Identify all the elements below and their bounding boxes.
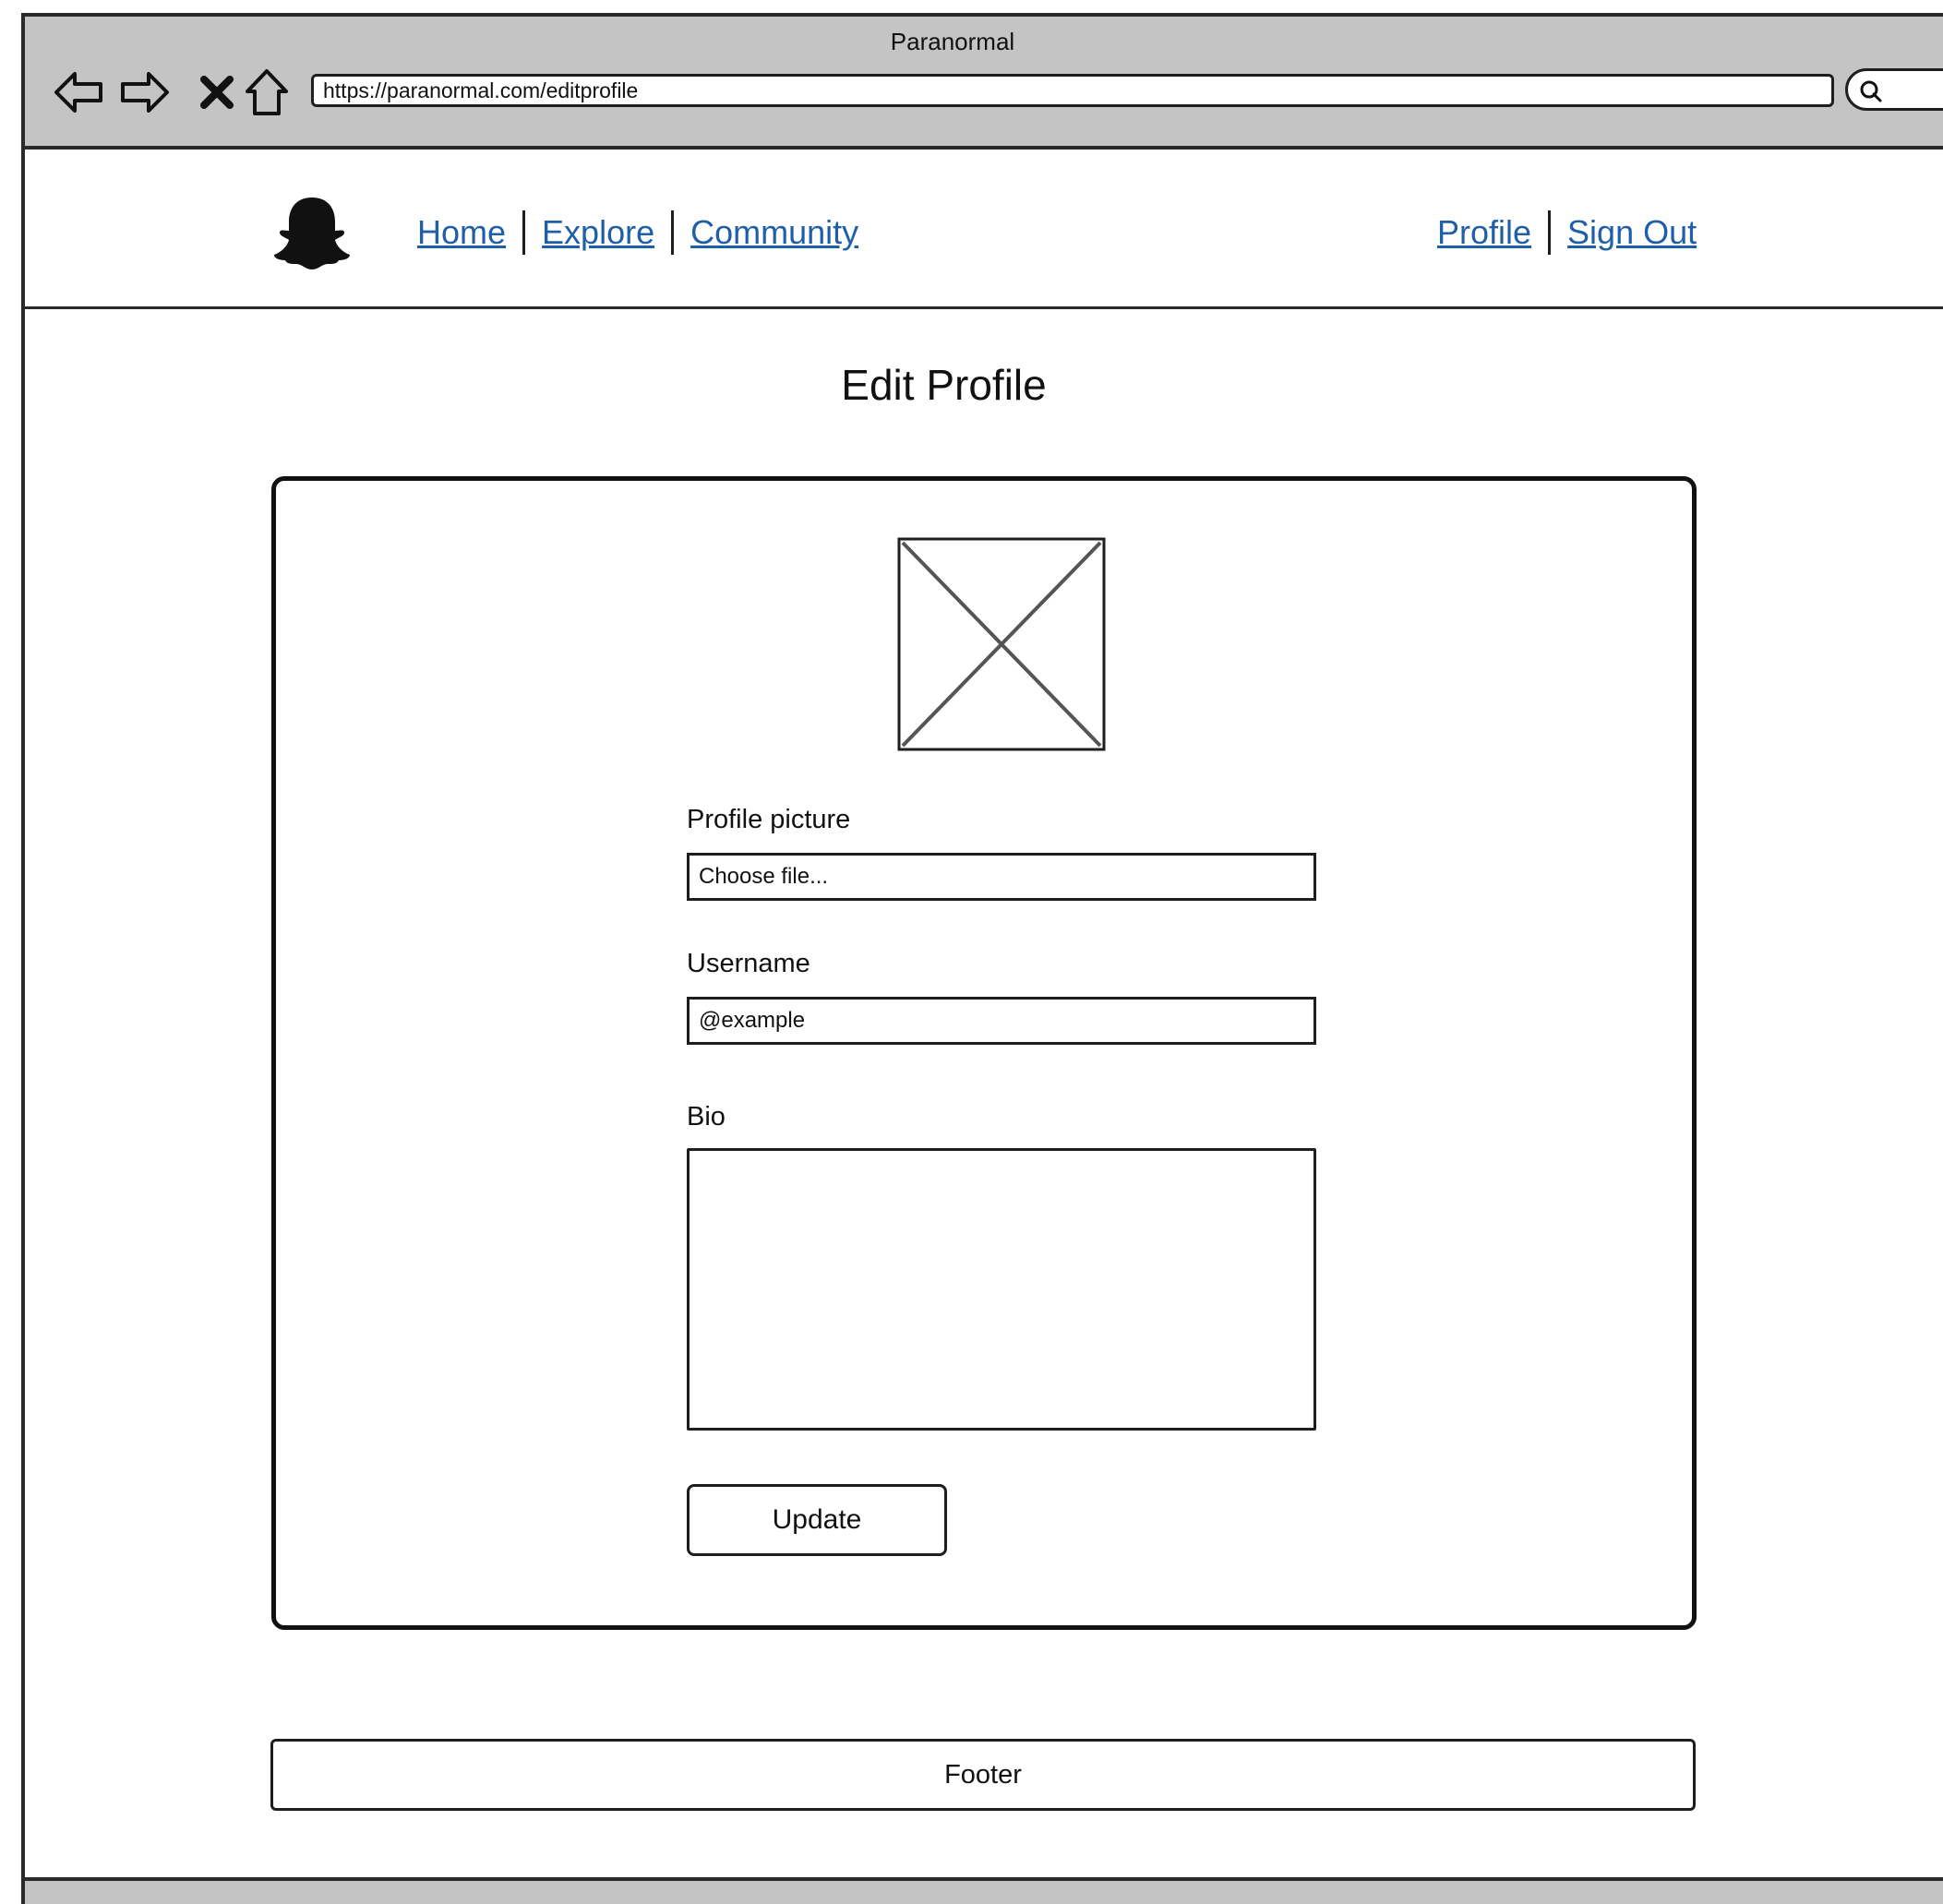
bio-textarea[interactable] bbox=[687, 1148, 1316, 1431]
nav-link-home[interactable]: Home bbox=[417, 213, 506, 252]
url-bar[interactable]: https://paranormal.com/editprofile bbox=[311, 74, 1834, 107]
profile-picture-file-input[interactable]: Choose file... bbox=[687, 853, 1316, 901]
home-icon[interactable] bbox=[239, 65, 294, 120]
nav-divider bbox=[1548, 210, 1552, 255]
forward-arrow-icon[interactable] bbox=[117, 65, 173, 120]
username-field[interactable]: @example bbox=[687, 997, 1316, 1045]
footer: Footer bbox=[270, 1739, 1696, 1811]
nav-link-explore[interactable]: Explore bbox=[542, 213, 654, 252]
page: Paranormal https://paranormal.com/editpr… bbox=[0, 0, 1943, 1904]
page-title: Edit Profile bbox=[841, 361, 1047, 409]
ghost-icon[interactable] bbox=[270, 194, 354, 276]
update-button[interactable]: Update bbox=[687, 1484, 947, 1556]
browser-search-box[interactable] bbox=[1845, 68, 1943, 111]
nav-divider bbox=[671, 210, 675, 255]
account-nav: Profile Sign Out bbox=[1437, 210, 1697, 255]
browser-titlebar: Paranormal https://paranormal.com/editpr… bbox=[25, 17, 1943, 150]
search-icon bbox=[1859, 79, 1883, 108]
site-header: Home Explore Community Profile Sign Out bbox=[25, 150, 1943, 309]
primary-nav: Home Explore Community bbox=[417, 210, 858, 255]
back-arrow-icon[interactable] bbox=[51, 65, 106, 120]
window-title: Paranormal bbox=[890, 28, 1015, 55]
nav-link-community[interactable]: Community bbox=[690, 213, 858, 252]
profile-picture-label: Profile picture bbox=[687, 805, 851, 834]
stop-icon[interactable] bbox=[189, 65, 245, 120]
nav-divider bbox=[522, 210, 526, 255]
browser-statusbar bbox=[25, 1877, 1943, 1904]
username-label: Username bbox=[687, 949, 810, 978]
image-placeholder-icon bbox=[897, 537, 1106, 756]
nav-link-sign-out[interactable]: Sign Out bbox=[1567, 213, 1697, 252]
nav-link-profile[interactable]: Profile bbox=[1437, 213, 1531, 252]
bio-label: Bio bbox=[687, 1102, 726, 1132]
